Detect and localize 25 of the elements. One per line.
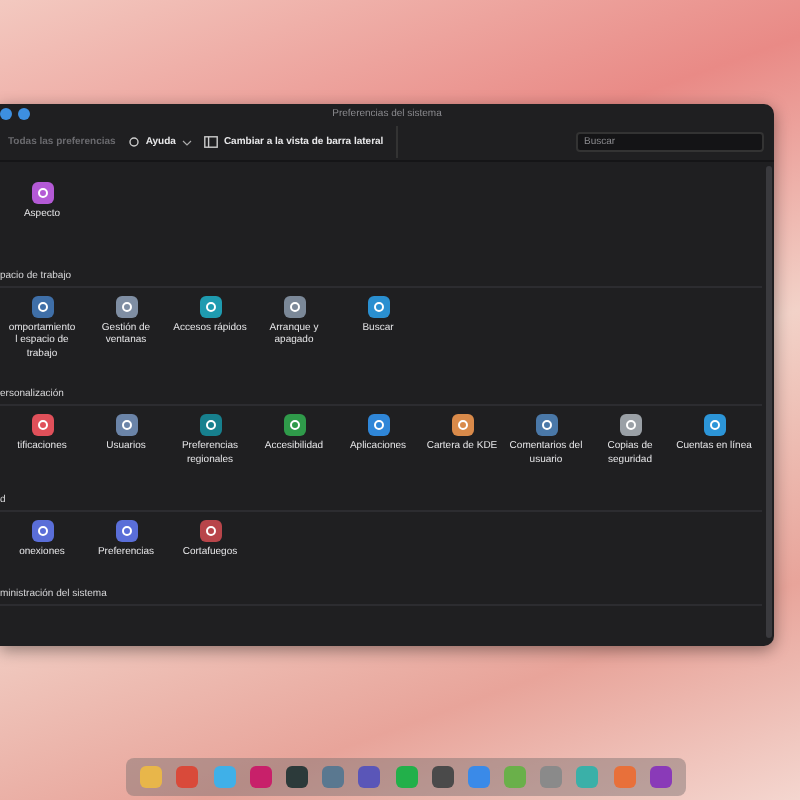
module-icon[interactable]	[283, 295, 305, 317]
module-icon[interactable]	[367, 414, 389, 436]
help-icon	[127, 136, 140, 148]
app-icon[interactable]	[649, 766, 672, 788]
module-icon[interactable]	[367, 295, 389, 317]
module-icon[interactable]	[451, 414, 473, 436]
module-icon[interactable]	[535, 414, 557, 436]
module-icon[interactable]	[619, 414, 641, 436]
module-icon[interactable]	[31, 295, 53, 317]
module-icon[interactable]	[115, 414, 137, 436]
module-icon[interactable]	[115, 295, 137, 317]
module-icon[interactable]	[199, 520, 221, 542]
scrollbar[interactable]	[765, 166, 771, 638]
module-icon[interactable]	[283, 414, 305, 436]
caret-icon	[181, 139, 192, 145]
app-icon[interactable]	[431, 766, 454, 788]
module-icon[interactable]	[199, 295, 221, 317]
module-icon[interactable]	[31, 182, 53, 204]
module-icon[interactable]	[703, 414, 725, 436]
module-icon[interactable]	[199, 414, 221, 436]
module-icon[interactable]	[31, 414, 53, 436]
module-icon[interactable]	[115, 520, 137, 542]
module-icon[interactable]	[31, 520, 53, 542]
app-icon[interactable]	[285, 766, 308, 788]
sidebar-icon	[203, 136, 218, 148]
